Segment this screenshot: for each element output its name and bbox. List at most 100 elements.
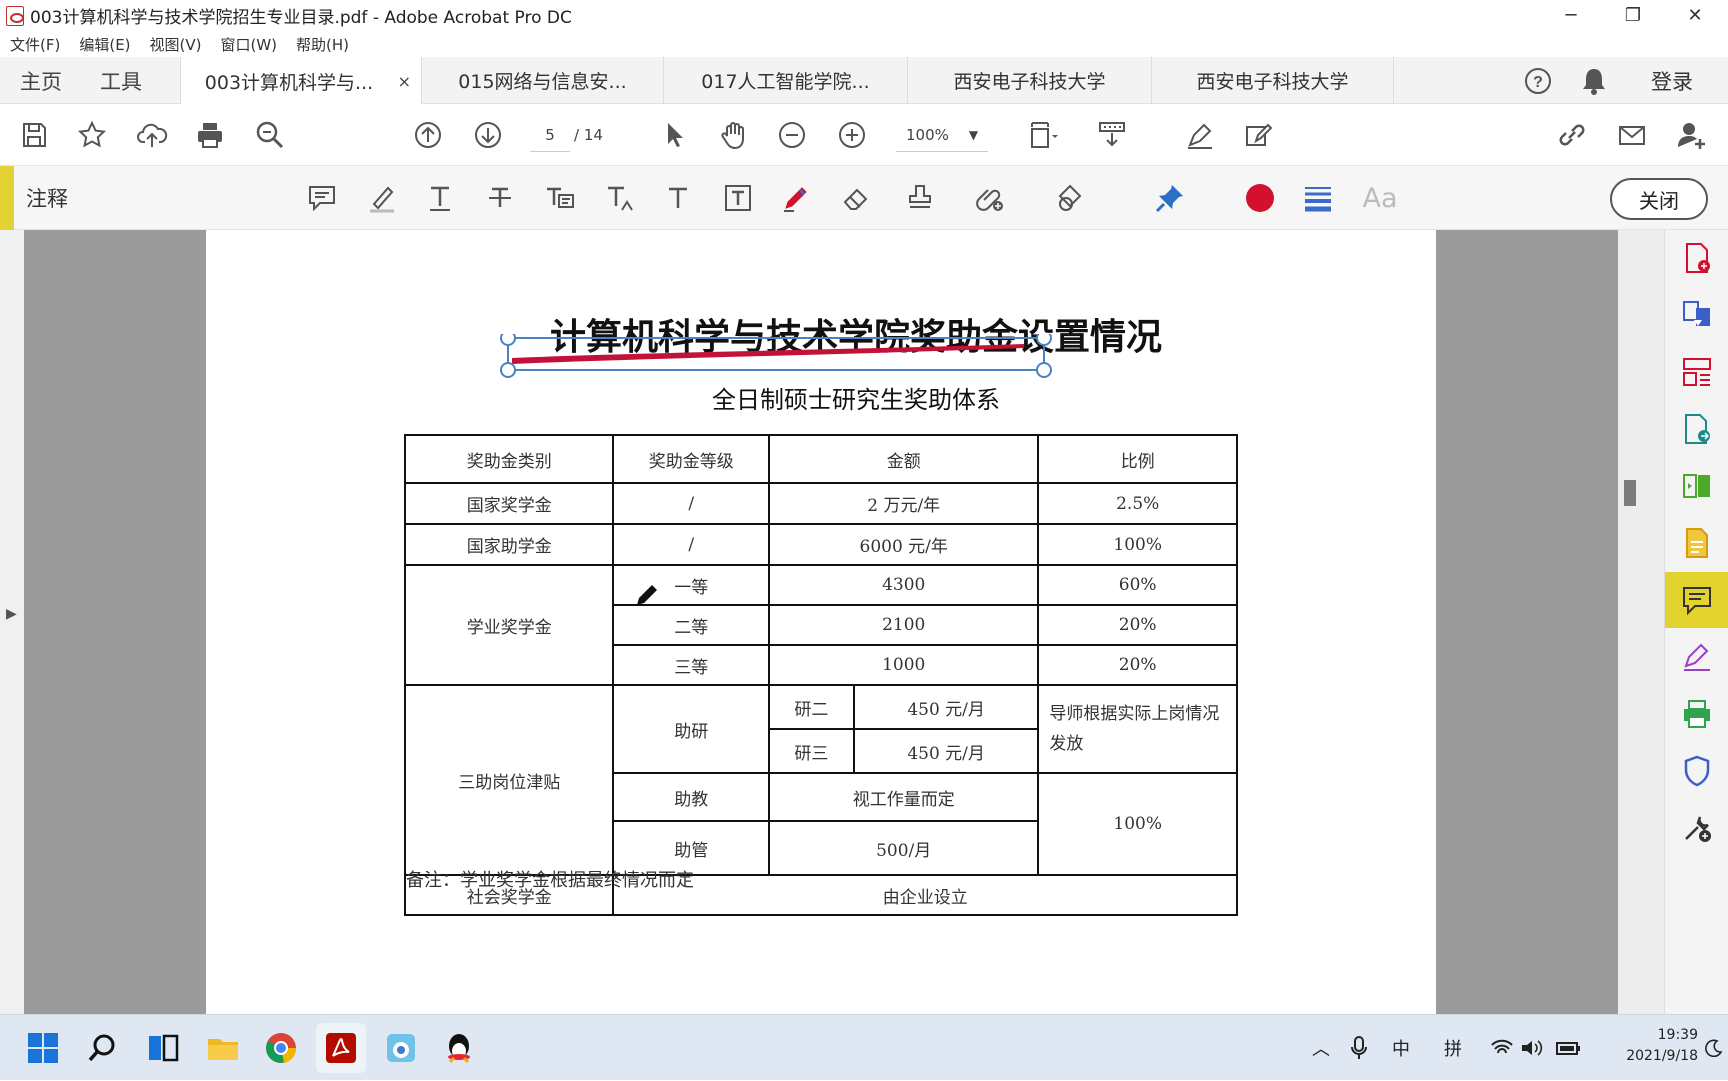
- close-window-button[interactable]: ✕: [1664, 0, 1726, 31]
- media-app-icon[interactable]: [376, 1023, 426, 1073]
- protect-shield-icon[interactable]: [1665, 743, 1728, 799]
- menu-view[interactable]: 视图(V): [150, 34, 202, 55]
- insert-text-icon[interactable]: [596, 166, 644, 230]
- previous-page-icon[interactable]: [404, 104, 452, 166]
- qq-icon[interactable]: [434, 1023, 484, 1073]
- pdf-file-icon: [6, 5, 24, 26]
- table-cell: 由企业设立: [612, 874, 1238, 916]
- zoom-in-icon[interactable]: [828, 104, 876, 166]
- save-icon[interactable]: [10, 104, 58, 166]
- export-pdf-icon[interactable]: [1665, 401, 1728, 457]
- search-icon[interactable]: [78, 1023, 128, 1073]
- minimize-button[interactable]: ─: [1540, 0, 1602, 31]
- cloud-upload-icon[interactable]: [128, 104, 176, 166]
- acrobat-taskbar-icon[interactable]: [316, 1023, 366, 1073]
- tab-home[interactable]: 主页: [20, 57, 62, 104]
- tab-document-active[interactable]: 003计算机科学与... ×: [180, 57, 422, 105]
- notification-bell-icon[interactable]: [1570, 57, 1618, 104]
- task-view-icon[interactable]: [138, 1023, 188, 1073]
- eraser-icon[interactable]: [832, 166, 880, 230]
- add-user-icon[interactable]: [1668, 104, 1716, 166]
- attach-file-icon[interactable]: [966, 166, 1014, 230]
- tab-document[interactable]: 西安电子科技大学: [908, 57, 1152, 104]
- strikethrough-icon[interactable]: [476, 166, 524, 230]
- table-cell: 4300: [768, 564, 1040, 606]
- left-panel-collapsed[interactable]: ▶: [0, 230, 24, 1014]
- zoom-out-icon[interactable]: [768, 104, 816, 166]
- tab-close-icon[interactable]: ×: [398, 72, 411, 91]
- add-text-icon[interactable]: [654, 166, 702, 230]
- replace-text-icon[interactable]: [536, 166, 584, 230]
- table-cell: 助教: [612, 772, 771, 822]
- vertical-scrollbar[interactable]: [1618, 230, 1664, 1014]
- comment-tool-icon[interactable]: [1665, 572, 1728, 628]
- menu-file[interactable]: 文件(F): [10, 34, 60, 55]
- comment-toolbar-title: 注释: [26, 187, 68, 211]
- email-icon[interactable]: [1608, 104, 1656, 166]
- create-pdf-icon[interactable]: [1665, 230, 1728, 286]
- tab-document[interactable]: 015网络与信息安...: [422, 57, 664, 104]
- pencil-draw-icon[interactable]: [772, 166, 820, 230]
- fill-sign-icon[interactable]: [1176, 104, 1224, 166]
- tab-label: 003计算机科学与...: [204, 71, 374, 94]
- organize-pages-icon[interactable]: [1665, 344, 1728, 400]
- table-cell: 450 元/月: [852, 728, 1040, 774]
- expand-left-panel-icon[interactable]: ▶: [6, 606, 17, 622]
- focus-assist-icon[interactable]: [1702, 1015, 1726, 1081]
- page-number-input[interactable]: 5: [530, 118, 570, 152]
- windows-start-icon[interactable]: [18, 1023, 68, 1073]
- fill-and-sign-icon[interactable]: [1665, 629, 1728, 685]
- share-link-icon[interactable]: [1548, 104, 1596, 166]
- login-button[interactable]: 登录: [1634, 57, 1710, 104]
- zoom-level-select[interactable]: 100% ▼: [896, 118, 988, 152]
- comment-accent-bar: [0, 166, 14, 230]
- pin-icon[interactable]: [1146, 166, 1194, 230]
- color-picker-icon[interactable]: [1236, 166, 1284, 230]
- edit-pdf-icon[interactable]: [1234, 104, 1282, 166]
- chrome-icon[interactable]: [256, 1023, 306, 1073]
- help-icon[interactable]: ?: [1514, 57, 1562, 104]
- print-icon[interactable]: [186, 104, 234, 166]
- find-zoom-icon[interactable]: [246, 104, 294, 166]
- scroll-mode-icon[interactable]: [1088, 104, 1136, 166]
- tab-document[interactable]: 017人工智能学院...: [664, 57, 908, 104]
- menu-window[interactable]: 窗口(W): [221, 34, 278, 55]
- show-hidden-icons-icon[interactable]: ︿: [1306, 1015, 1336, 1081]
- stamp-icon[interactable]: [896, 166, 944, 230]
- battery-icon[interactable]: [1554, 1015, 1584, 1081]
- next-page-icon[interactable]: [464, 104, 512, 166]
- star-icon[interactable]: [68, 104, 116, 166]
- hand-tool-icon[interactable]: [710, 104, 758, 166]
- tab-document[interactable]: 西安电子科技大学: [1152, 57, 1394, 104]
- text-box-icon[interactable]: [714, 166, 762, 230]
- microphone-icon[interactable]: [1344, 1015, 1374, 1081]
- ime-pinyin-indicator[interactable]: 拼: [1438, 1015, 1468, 1081]
- sticky-note-icon[interactable]: [298, 166, 346, 230]
- wifi-icon[interactable]: [1488, 1015, 1516, 1081]
- combine-files-icon[interactable]: [1665, 287, 1728, 343]
- fit-page-icon[interactable]: [1014, 104, 1070, 166]
- select-cursor-icon[interactable]: [650, 104, 698, 166]
- system-clock[interactable]: 19:39 2021/9/18: [1592, 1025, 1698, 1067]
- volume-icon[interactable]: [1518, 1015, 1546, 1081]
- print-production-icon[interactable]: [1665, 686, 1728, 742]
- shapes-icon[interactable]: [1046, 166, 1094, 230]
- table-row: 国家奖学金 / 2 万元/年 2.5%: [403, 482, 1238, 525]
- menu-edit[interactable]: 编辑(E): [79, 34, 130, 55]
- menu-help[interactable]: 帮助(H): [296, 34, 349, 55]
- window-title: 003计算机科学与技术学院招生专业目录.pdf - Adobe Acrobat …: [30, 8, 572, 28]
- highlight-icon[interactable]: [358, 166, 406, 230]
- ime-chinese-indicator[interactable]: 中: [1386, 1015, 1416, 1081]
- tab-tools[interactable]: 工具: [100, 57, 142, 104]
- edit-pages-icon[interactable]: [1665, 458, 1728, 514]
- scrollbar-thumb[interactable]: [1624, 480, 1636, 506]
- freehand-annotation[interactable]: [496, 334, 1066, 378]
- send-for-review-icon[interactable]: [1665, 515, 1728, 571]
- file-explorer-icon[interactable]: [198, 1023, 248, 1073]
- font-size-button[interactable]: Aa: [1354, 166, 1406, 230]
- close-comment-button[interactable]: 关闭: [1610, 178, 1708, 220]
- maximize-button[interactable]: ❐: [1602, 0, 1664, 31]
- line-thickness-icon[interactable]: [1294, 166, 1342, 230]
- more-tools-icon[interactable]: [1665, 800, 1728, 856]
- underline-text-icon[interactable]: [416, 166, 464, 230]
